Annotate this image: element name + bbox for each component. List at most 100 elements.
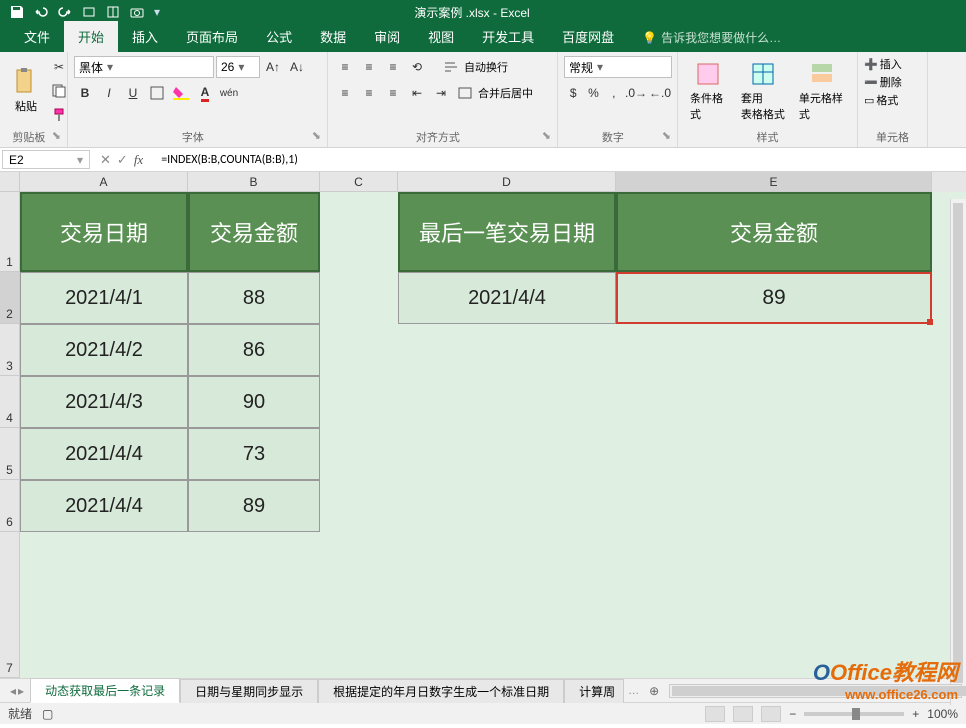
wrap-text-icon[interactable]	[440, 56, 462, 78]
cancel-formula-icon[interactable]: ✕	[100, 152, 111, 168]
format-cells-button[interactable]: ▭格式	[864, 92, 921, 108]
vertical-scrollbar[interactable]	[950, 199, 966, 705]
cell-B3[interactable]: 86	[188, 324, 320, 376]
cell-D1[interactable]: 最后一笔交易日期	[398, 192, 616, 272]
decrease-font-icon[interactable]: A↓	[286, 56, 308, 78]
macro-record-icon[interactable]: ▢	[42, 707, 53, 721]
clipboard-launcher-icon[interactable]: ⬊	[52, 129, 61, 142]
cell-B1[interactable]: 交易金额	[188, 192, 320, 272]
sheet-grid[interactable]: ABCDE 1234567 交易日期交易金额最后一笔交易日期交易金额2021/4…	[0, 172, 966, 678]
cell-E2[interactable]: 89	[616, 272, 932, 324]
copy-icon[interactable]	[48, 80, 70, 102]
row-header-2[interactable]: 2	[0, 272, 20, 324]
enter-formula-icon[interactable]: ✓	[117, 152, 128, 168]
tell-me-search[interactable]: 💡告诉我您想要做什么…	[628, 23, 795, 52]
name-box[interactable]: E2▾	[2, 150, 90, 169]
tab-formulas[interactable]: 公式	[252, 21, 306, 52]
tab-home[interactable]: 开始	[64, 21, 118, 52]
save-icon[interactable]	[6, 2, 28, 22]
select-all-corner[interactable]	[0, 172, 20, 192]
wrap-text-label[interactable]: 自动换行	[464, 59, 508, 75]
redo-icon[interactable]	[54, 2, 76, 22]
border-button[interactable]	[146, 82, 168, 104]
row-header-1[interactable]: 1	[0, 192, 20, 272]
align-right-icon[interactable]: ≡	[382, 82, 404, 104]
cell-B4[interactable]: 90	[188, 376, 320, 428]
tab-page-layout[interactable]: 页面布局	[172, 21, 252, 52]
view-page-layout-icon[interactable]	[733, 706, 753, 722]
accounting-icon[interactable]: $	[564, 82, 582, 104]
paste-button[interactable]: 粘贴	[6, 64, 46, 118]
cell-styles-button[interactable]: 单元格样式	[793, 56, 851, 126]
align-center-icon[interactable]: ≡	[358, 82, 380, 104]
cell-A4[interactable]: 2021/4/3	[20, 376, 188, 428]
customize-qat-icon[interactable]: ▾	[150, 2, 164, 22]
zoom-in-button[interactable]: +	[912, 707, 919, 721]
sheet-tab-2[interactable]: 根据提定的年月日数字生成一个标准日期	[318, 679, 564, 703]
fill-handle[interactable]	[927, 319, 933, 325]
merge-center-label[interactable]: 合并后居中	[478, 85, 533, 101]
number-format-combo[interactable]: 常规▾	[564, 56, 672, 78]
align-top-icon[interactable]: ≡	[334, 56, 356, 78]
sheet-tab-3[interactable]: 计算周	[564, 679, 624, 703]
row-header-5[interactable]: 5	[0, 428, 20, 480]
increase-indent-icon[interactable]: ⇥	[430, 82, 452, 104]
qat-btn-2[interactable]	[102, 2, 124, 22]
qat-btn-1[interactable]	[78, 2, 100, 22]
tab-developer[interactable]: 开发工具	[468, 21, 548, 52]
add-sheet-button[interactable]: ⊕	[643, 684, 665, 698]
col-header-C[interactable]: C	[320, 172, 398, 192]
cell-B5[interactable]: 73	[188, 428, 320, 480]
cell-E1[interactable]: 交易金额	[616, 192, 932, 272]
col-header-B[interactable]: B	[188, 172, 320, 192]
bold-button[interactable]: B	[74, 82, 96, 104]
align-launcher-icon[interactable]: ⬊	[542, 129, 551, 142]
sheet-tab-1[interactable]: 日期与星期同步显示	[180, 679, 318, 703]
font-color-button[interactable]: A	[194, 82, 216, 104]
tab-insert[interactable]: 插入	[118, 21, 172, 52]
tab-view[interactable]: 视图	[414, 21, 468, 52]
tab-baidu[interactable]: 百度网盘	[548, 21, 628, 52]
merge-icon[interactable]	[454, 82, 476, 104]
underline-button[interactable]: U	[122, 82, 144, 104]
view-page-break-icon[interactable]	[761, 706, 781, 722]
font-size-combo[interactable]: 26▾	[216, 56, 260, 78]
col-header-D[interactable]: D	[398, 172, 616, 192]
font-name-combo[interactable]: 黑体▾	[74, 56, 214, 78]
formula-bar[interactable]	[155, 148, 966, 171]
col-header-E[interactable]: E	[616, 172, 932, 192]
row-header-4[interactable]: 4	[0, 376, 20, 428]
tab-file[interactable]: 文件	[10, 21, 64, 52]
fx-icon[interactable]: fx	[134, 152, 143, 168]
conditional-format-button[interactable]: 条件格式	[684, 56, 733, 126]
orientation-icon[interactable]: ⟲	[406, 56, 428, 78]
align-middle-icon[interactable]: ≡	[358, 56, 380, 78]
row-header-6[interactable]: 6	[0, 480, 20, 532]
phonetic-button[interactable]: wén	[218, 82, 240, 104]
row-header-3[interactable]: 3	[0, 324, 20, 376]
align-bottom-icon[interactable]: ≡	[382, 56, 404, 78]
chevron-down-icon[interactable]: ▾	[77, 153, 83, 167]
number-launcher-icon[interactable]: ⬊	[662, 129, 671, 142]
sheet-tab-active[interactable]: 动态获取最后一条记录	[30, 678, 180, 703]
cell-A3[interactable]: 2021/4/2	[20, 324, 188, 376]
view-normal-icon[interactable]	[705, 706, 725, 722]
tab-data[interactable]: 数据	[306, 21, 360, 52]
insert-cells-button[interactable]: ➕插入	[864, 56, 921, 72]
align-left-icon[interactable]: ≡	[334, 82, 356, 104]
italic-button[interactable]: I	[98, 82, 120, 104]
decrease-indent-icon[interactable]: ⇤	[406, 82, 428, 104]
cell-B6[interactable]: 89	[188, 480, 320, 532]
delete-cells-button[interactable]: ➖删除	[864, 74, 921, 90]
col-header-A[interactable]: A	[20, 172, 188, 192]
camera-icon[interactable]	[126, 2, 148, 22]
font-launcher-icon[interactable]: ⬊	[312, 129, 321, 142]
zoom-out-button[interactable]: −	[789, 707, 796, 721]
cell-D2[interactable]: 2021/4/4	[398, 272, 616, 324]
fill-color-button[interactable]	[170, 82, 192, 104]
row-header-7[interactable]: 7	[0, 532, 20, 678]
cell-A5[interactable]: 2021/4/4	[20, 428, 188, 480]
cell-A6[interactable]: 2021/4/4	[20, 480, 188, 532]
undo-icon[interactable]	[30, 2, 52, 22]
decrease-decimal-icon[interactable]: ←.0	[649, 82, 671, 104]
